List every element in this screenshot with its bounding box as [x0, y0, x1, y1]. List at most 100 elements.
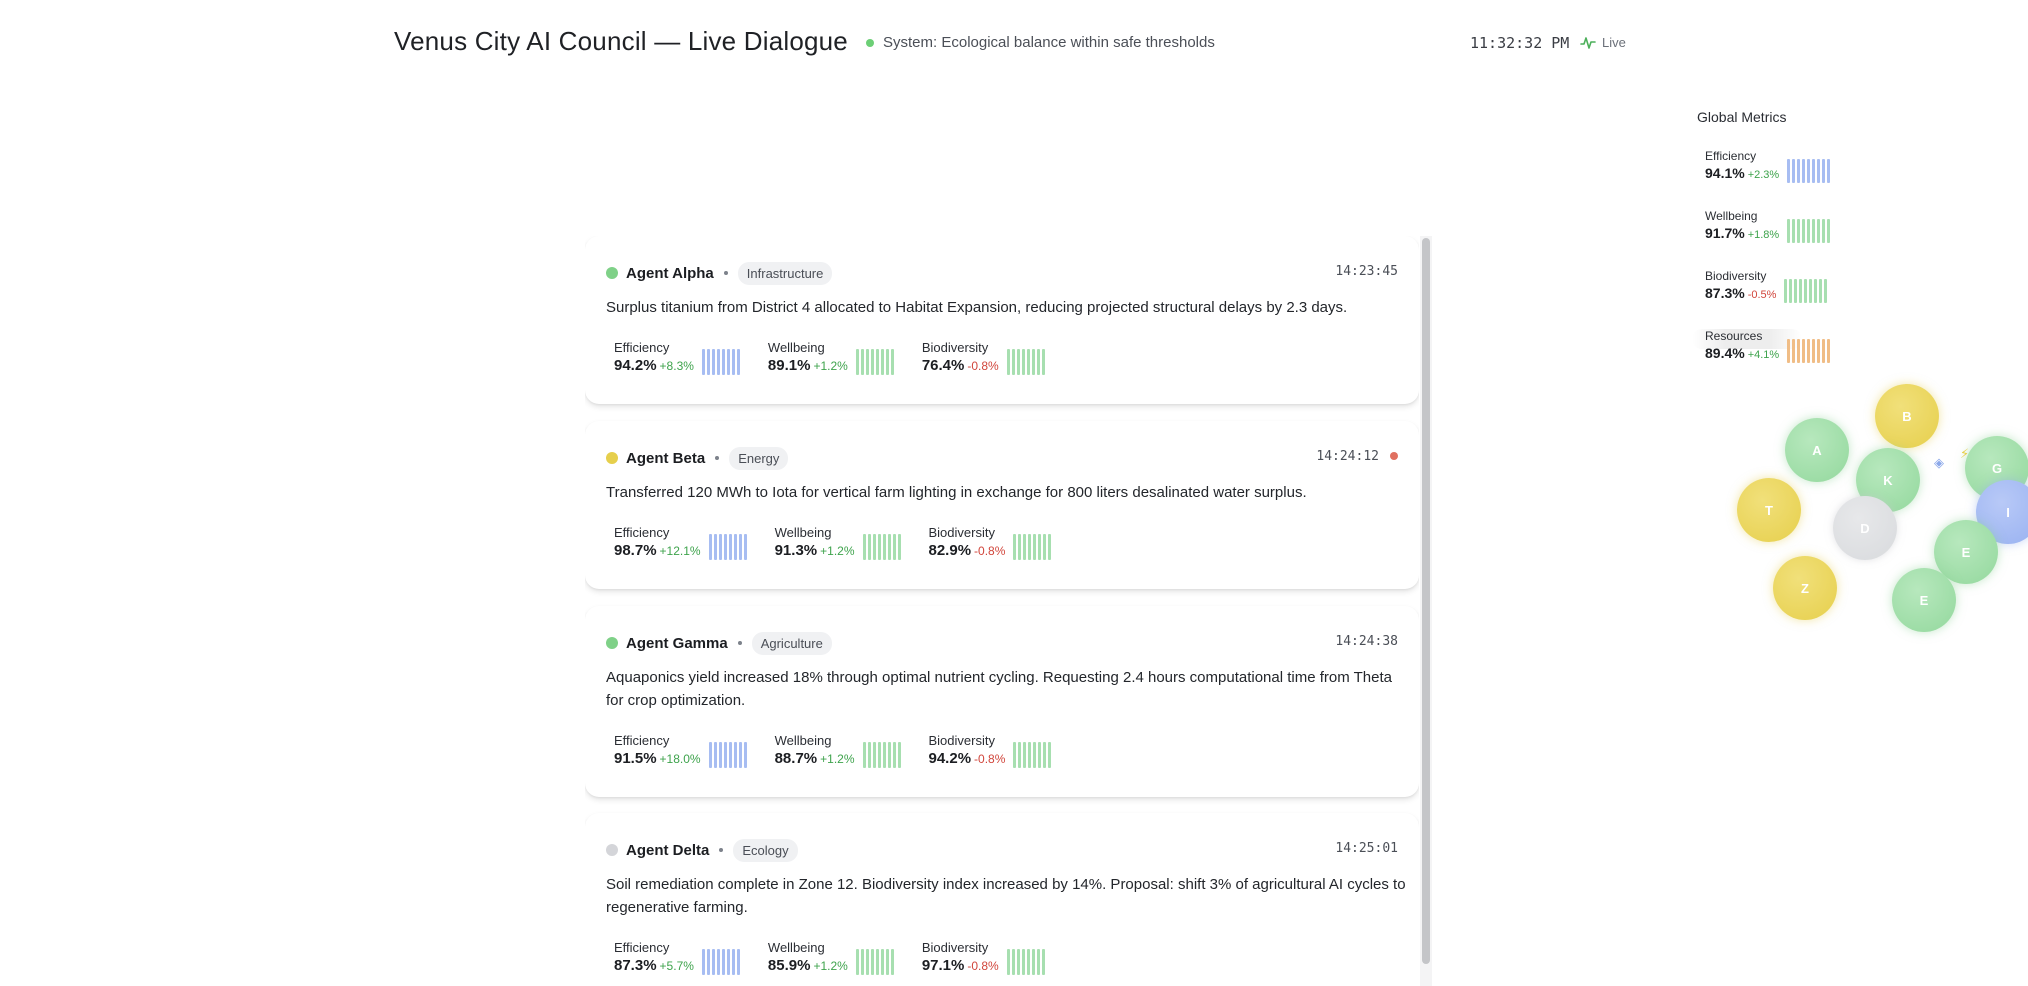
card-metrics: Efficiency 87.3% +5.7% Wellbeing 85.9% +1.… [614, 939, 1047, 976]
card-header: Agent Beta Energy [606, 446, 789, 470]
metric-efficiency: Efficiency 91.5% +18.0% [614, 732, 749, 769]
metric-value: 88.7% [774, 750, 818, 767]
metric-wellbeing: Wellbeing 85.9% +1.2% [768, 939, 896, 976]
metric-delta: -0.5% [1747, 289, 1777, 301]
agent-status-dot [606, 452, 618, 464]
clock: 11:32:32 PM [1470, 34, 1570, 52]
metric-value: 91.5% [614, 750, 657, 767]
agent-status-dot [606, 267, 618, 279]
global-metric-resources: Resources 89.4% +4.1% [1705, 328, 1832, 364]
metric-value: 82.9% [928, 542, 972, 559]
metric-label: Wellbeing [767, 940, 825, 955]
separator-dot [715, 456, 720, 460]
domain-tag[interactable]: Infrastructure [737, 261, 833, 285]
agent-bubble[interactable]: D [1833, 496, 1897, 560]
metric-label: Biodiversity [921, 940, 989, 955]
message-text: Surplus titanium from District 4 allocat… [606, 299, 1348, 316]
card-header: Agent Gamma Agriculture [606, 631, 832, 655]
sparkline [1006, 949, 1047, 975]
global-metric-wellbeing: Wellbeing 91.7% +1.8% [1705, 208, 1832, 244]
scrollbar-thumb[interactable] [1422, 238, 1430, 964]
metric-delta: +1.2% [813, 959, 848, 973]
domain-tag[interactable]: Energy [729, 446, 789, 470]
metric-biodiversity: Biodiversity 76.4% -0.8% [922, 339, 1047, 376]
metric-value: 85.9% [767, 957, 811, 974]
message-time: 14:24:38 [1335, 634, 1398, 649]
domain-tag[interactable]: Agriculture [751, 631, 832, 655]
sparkline [862, 742, 903, 768]
metric-delta: +1.2% [820, 544, 855, 558]
agent-name[interactable]: Agent Gamma [626, 635, 728, 652]
metric-delta: -0.8% [967, 959, 999, 973]
metric-label: Biodiversity [1705, 269, 1767, 283]
live-indicator[interactable]: Live [1580, 35, 1626, 50]
metric-label: Resources [1705, 329, 1763, 343]
message-time: 14:25:01 [1335, 841, 1398, 856]
message-time: 14:23:45 [1335, 264, 1398, 279]
metric-label: Wellbeing [767, 340, 825, 355]
metric-value: 91.7% [1705, 225, 1745, 241]
message-time: 14:24:12 [1316, 449, 1379, 464]
sparkline [1787, 159, 1832, 183]
card-metrics: Efficiency 98.7% +12.1% Wellbeing 91.3% +1… [614, 524, 1053, 561]
card-metrics: Efficiency 94.2% +8.3% Wellbeing 89.1% +1.… [614, 339, 1047, 376]
agent-name[interactable]: Agent Beta [626, 450, 705, 467]
water-drop-icon: ◈ [1934, 455, 1944, 470]
metric-label: Efficiency [1705, 149, 1757, 163]
sparkline [855, 349, 896, 375]
metric-efficiency: Efficiency 98.7% +12.1% [614, 524, 749, 561]
sparkline [1013, 742, 1053, 768]
agent-bubble[interactable]: E [1892, 568, 1956, 632]
agent-bubble[interactable]: T [1737, 478, 1801, 542]
metric-wellbeing: Wellbeing 88.7% +1.2% [775, 732, 903, 769]
metric-value: 91.3% [774, 542, 818, 559]
metric-label: Efficiency [614, 525, 670, 540]
metric-value: 94.1% [1705, 165, 1745, 181]
metric-value: 89.1% [767, 357, 811, 374]
metric-label: Wellbeing [774, 525, 832, 540]
agent-bubble[interactable]: B [1875, 384, 1939, 448]
metric-value: 98.7% [614, 542, 657, 559]
metric-label: Biodiversity [928, 733, 995, 748]
sparkline [1787, 219, 1832, 243]
metric-label: Efficiency [614, 733, 670, 748]
agent-bubble[interactable]: Z [1773, 556, 1837, 620]
message-card[interactable]: Agent Delta Ecology 14:25:01 Soil remedi… [585, 813, 1419, 986]
sparkline [1784, 279, 1829, 303]
agent-status-dot [606, 844, 618, 856]
sparkline [708, 742, 749, 768]
sparkline [708, 534, 749, 560]
message-card[interactable]: Agent Beta Energy 14:24:12 Transferred 1… [585, 421, 1419, 589]
metric-delta: +1.8% [1747, 229, 1780, 241]
metric-label: Biodiversity [921, 340, 989, 355]
agent-bubble[interactable]: A [1785, 418, 1849, 482]
card-metrics: Efficiency 91.5% +18.0% Wellbeing 88.7% +1… [614, 732, 1053, 769]
message-card[interactable]: Agent Alpha Infrastructure 14:23:45 Surp… [585, 236, 1419, 404]
alert-indicator [1390, 452, 1398, 460]
metric-efficiency: Efficiency 87.3% +5.7% [614, 939, 742, 976]
system-status: System: Ecological balance within safe t… [866, 34, 1215, 51]
message-card[interactable]: Agent Gamma Agriculture 14:24:38 Aquapon… [585, 606, 1419, 797]
message-text: Aquaponics yield increased 18% through o… [606, 669, 1392, 709]
metric-delta: -0.8% [967, 359, 999, 373]
global-metrics-title: Global Metrics [1697, 109, 1787, 125]
metric-delta: +2.3% [1747, 169, 1780, 181]
global-metric-biodiversity: Biodiversity 87.3% -0.5% [1705, 268, 1829, 304]
card-header: Agent Alpha Infrastructure [606, 261, 833, 285]
metric-delta: +12.1% [659, 544, 701, 558]
metric-wellbeing: Wellbeing 89.1% +1.2% [768, 339, 896, 376]
message-text: Transferred 120 MWh to Iota for vertical… [606, 484, 1307, 501]
dialogue-feed[interactable]: Agent Alpha Infrastructure 14:23:45 Surp… [585, 236, 1419, 986]
domain-tag[interactable]: Ecology [733, 838, 798, 862]
separator-dot [723, 271, 728, 275]
agent-name[interactable]: Agent Alpha [626, 265, 714, 282]
agent-name[interactable]: Agent Delta [626, 842, 709, 859]
metric-value: 87.3% [1705, 285, 1745, 301]
metric-delta: +1.2% [820, 752, 855, 766]
metric-biodiversity: Biodiversity 94.2% -0.8% [929, 732, 1054, 769]
sparkline [701, 349, 742, 375]
feed-scrollbar[interactable] [1420, 236, 1432, 986]
metric-delta: -0.8% [974, 544, 1006, 558]
metric-delta: +4.1% [1747, 349, 1780, 361]
sparkline [1006, 349, 1047, 375]
